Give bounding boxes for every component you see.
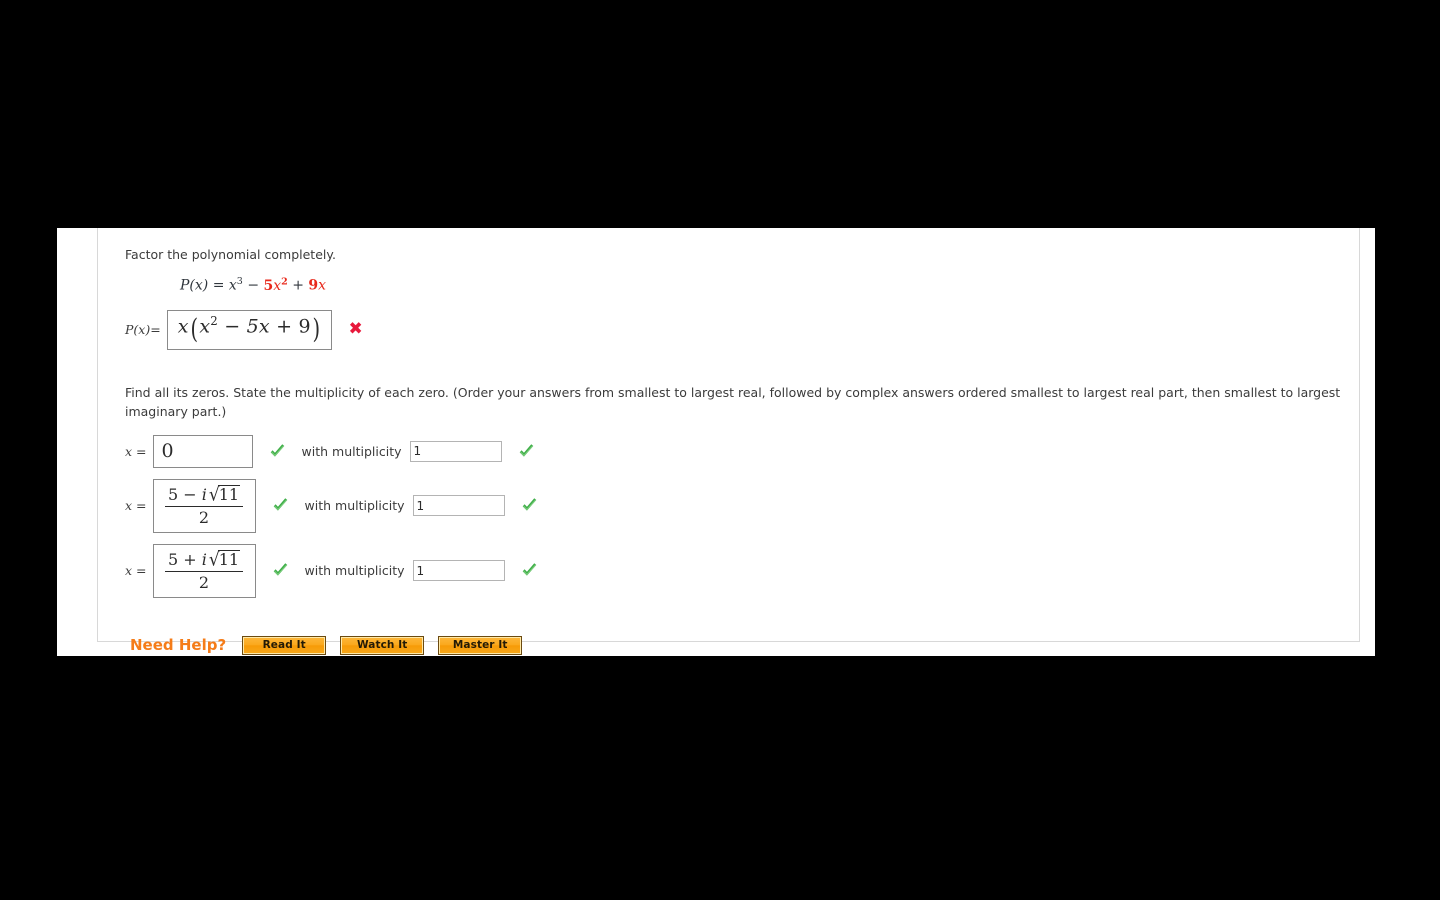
factored-answer-equals: =: [150, 322, 161, 338]
fraction-numerator: 5 − i √11: [164, 483, 244, 507]
multiplicity-label: with multiplicity: [301, 443, 402, 459]
factored-outer-variable: x: [177, 315, 189, 338]
factored-answer-expression: x(x2 − 5x + 9): [178, 314, 322, 345]
polynomial-display: P(x) = x3 − 5x2 + 9x: [180, 276, 1345, 294]
master-it-button[interactable]: Master It: [438, 635, 523, 655]
zero-value-text: 0: [161, 440, 174, 463]
factored-answer-row: P(x)= x(x2 − 5x + 9) ✖: [125, 309, 1345, 350]
multiplicity-correct-check-icon: [522, 563, 536, 576]
radicand: 11: [217, 549, 241, 569]
polynomial-term2-exponent: 2: [281, 276, 288, 288]
correct-check-icon: [273, 498, 287, 511]
factored-inner-base: x: [199, 315, 211, 338]
radical-icon: √11: [207, 483, 241, 506]
factored-answer-lhs: P(x): [125, 322, 151, 338]
radicand: 11: [217, 484, 241, 504]
numerator-lead: 5: [167, 549, 179, 569]
polynomial-term3-base: x: [318, 277, 327, 294]
polynomial-term3-coefficient: 9: [308, 277, 319, 294]
zero-value-input[interactable]: 5 + i √11 2: [152, 543, 256, 598]
multiplicity-input[interactable]: [412, 495, 505, 517]
polynomial-term1-exponent: 3: [236, 276, 243, 288]
factored-inner-exponent: 2: [210, 314, 218, 329]
zero-value-input[interactable]: 5 − i √11 2: [152, 478, 256, 533]
correct-check-icon: [273, 563, 287, 576]
zero-x-label: x =: [125, 498, 147, 513]
zero-row: x = 0 with multiplicity: [125, 434, 1345, 468]
fraction-denominator: 2: [198, 572, 210, 592]
factored-answer-label: P(x)=: [125, 322, 161, 337]
zero-x-equals: =: [136, 498, 147, 514]
multiplicity-label: with multiplicity: [304, 563, 405, 579]
factored-inner-term3: 9: [298, 315, 311, 338]
need-help-bar: Need Help? Read It Watch It Master It: [130, 635, 1345, 655]
fraction-numerator: 5 + i √11: [164, 548, 244, 572]
zero-x-variable: x: [125, 498, 133, 514]
question-panel: Factor the polynomial completely. P(x) =…: [97, 228, 1360, 655]
zero-x-variable: x: [125, 563, 133, 579]
zero-x-label: x =: [125, 563, 147, 578]
zero-x-label: x =: [125, 444, 147, 459]
numerator-operator: −: [183, 484, 197, 504]
polynomial-term2-base: x: [273, 277, 282, 294]
factored-inner-operator-1: −: [224, 315, 241, 338]
numerator-operator: +: [183, 549, 197, 569]
screen-root: Factor the polynomial completely. P(x) =…: [0, 0, 1440, 900]
zero-x-equals: =: [136, 443, 147, 459]
zero-value-input[interactable]: 0: [152, 434, 253, 468]
zero-row: x = 5 + i √11 2 with multiplicity: [125, 543, 1345, 598]
read-it-button[interactable]: Read It: [242, 635, 327, 655]
zero-row: x = 5 − i √11 2 with multiplicity: [125, 478, 1345, 533]
paren-open: (: [190, 314, 198, 346]
zero-x-variable: x: [125, 443, 133, 459]
polynomial-operator-2: +: [292, 277, 304, 294]
numerator-lead: 5: [167, 484, 179, 504]
correct-check-icon: [270, 444, 284, 457]
incorrect-x-icon: ✖: [348, 319, 363, 340]
multiplicity-correct-check-icon: [519, 444, 533, 457]
zero-value-fraction: 5 + i √11 2: [164, 548, 244, 592]
polynomial-operator-1: −: [247, 277, 260, 294]
polynomial-term2-coefficient: 5: [263, 277, 274, 294]
fraction-denominator: 2: [198, 507, 210, 527]
multiplicity-correct-check-icon: [522, 498, 536, 511]
factored-inner-operator-2: +: [276, 315, 293, 338]
factored-inner-term2: 5x: [246, 315, 270, 338]
radical-icon: √11: [207, 548, 241, 571]
factored-answer-input[interactable]: x(x2 − 5x + 9): [166, 309, 333, 350]
paren-close: ): [312, 314, 320, 346]
multiplicity-input[interactable]: [412, 560, 505, 582]
need-help-title: Need Help?: [130, 636, 227, 655]
question-prompt: Factor the polynomial completely.: [125, 247, 336, 262]
zeros-instructions: Find all its zeros. State the multiplici…: [125, 384, 1341, 419]
polynomial-term3: 9x: [308, 278, 326, 294]
radical-sign: √: [208, 548, 220, 571]
zero-x-equals: =: [136, 563, 147, 579]
radical-sign: √: [208, 483, 220, 506]
polynomial-lhs: P(x): [180, 277, 209, 294]
multiplicity-input[interactable]: [409, 440, 502, 462]
zero-value-fraction: 5 − i √11 2: [164, 483, 244, 527]
polynomial-term1-base: x: [228, 277, 237, 294]
polynomial-term2: 5x2: [263, 276, 288, 294]
multiplicity-label: with multiplicity: [304, 498, 405, 514]
watch-it-button[interactable]: Watch It: [340, 635, 425, 655]
polynomial-equals: =: [212, 277, 225, 294]
